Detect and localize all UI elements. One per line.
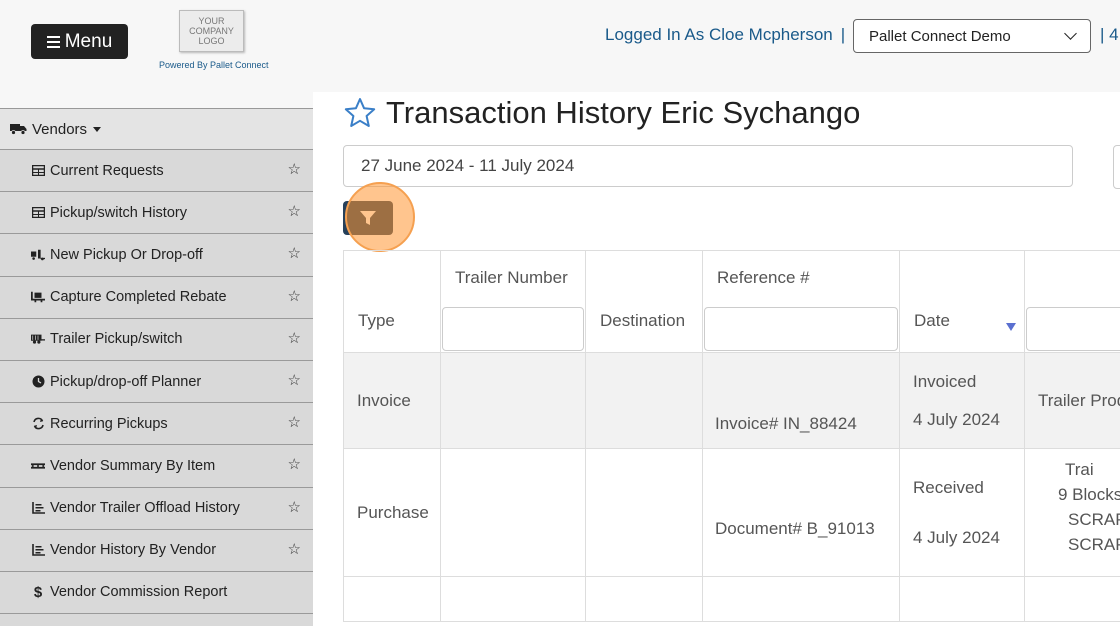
cell-destination	[585, 448, 703, 577]
chart-icon	[31, 502, 45, 514]
hamburger-icon	[46, 33, 60, 51]
sidebar-item-label: Capture Completed Rebate	[50, 289, 227, 306]
product-filter-input[interactable]	[1026, 307, 1120, 351]
column-header-reference[interactable]: Reference #	[702, 250, 900, 353]
company-select-value: Pallet Connect Demo	[869, 27, 1011, 45]
star-outline-icon[interactable]: ☆	[288, 455, 301, 473]
date-range-input[interactable]: 27 June 2024 - 11 July 2024	[343, 145, 1073, 187]
powered-by-text: Powered By Pallet Connect	[159, 60, 269, 70]
star-outline-icon[interactable]: ☆	[288, 540, 301, 558]
sidebar-item-trailer-offload-history[interactable]: Vendor Trailer Offload History ☆	[0, 488, 313, 530]
sidebar-item-label: Trailer Pickup/switch	[50, 331, 183, 348]
cell-product: Trailer Prod	[1024, 352, 1120, 449]
cell-trailer	[440, 448, 586, 577]
sidebar-item-history-by-vendor[interactable]: Vendor History By Vendor ☆	[0, 530, 313, 572]
sidebar-item-label: Vendor History By Vendor	[50, 542, 217, 559]
star-outline-icon[interactable]: ☆	[288, 202, 301, 220]
table-row[interactable]: Purchase Document# B_91013 Received 4 Jul…	[343, 448, 1120, 577]
favorite-star-icon[interactable]	[344, 97, 376, 129]
sidebar-item-summary-by-item[interactable]: Vendor Summary By Item ☆	[0, 445, 313, 488]
cell-reference[interactable]: Invoice# IN_88424	[702, 352, 900, 449]
cell-date: Invoiced 4 July 2024	[899, 352, 1025, 449]
sidebar-item-recurring-pickups[interactable]: Recurring Pickups ☆	[0, 403, 313, 446]
sort-desc-icon[interactable]	[1006, 323, 1016, 331]
sidebar-item-planner[interactable]: Pickup/drop-off Planner ☆	[0, 361, 313, 404]
menu-button-label: Menu	[64, 30, 113, 52]
cell-type: Purchase	[343, 448, 441, 577]
sidebar-item-commission-report[interactable]: $ Vendor Commission Report	[0, 572, 313, 615]
chart-icon	[31, 544, 45, 557]
column-header-trailer-number[interactable]: Trailer Number	[440, 250, 586, 353]
dollar-icon: $	[33, 583, 43, 601]
star-outline-icon[interactable]: ☆	[288, 160, 301, 178]
sidebar-item-current-requests[interactable]: Current Requests ☆	[0, 150, 313, 193]
sidebar-section-vendors[interactable]: Vendors	[0, 108, 313, 150]
top-bar: Menu YOUR COMPANY LOGO Powered By Pallet…	[0, 0, 1120, 92]
page-title: Transaction History Eric Sychango	[386, 95, 861, 130]
table-icon	[31, 207, 45, 219]
sidebar-item-label: Pickup/switch History	[50, 204, 187, 221]
sidebar-item-label: Vendor Trailer Offload History	[50, 500, 240, 517]
sidebar-item-label: Recurring Pickups	[50, 415, 168, 432]
truck-icon	[10, 124, 27, 135]
star-outline-icon[interactable]: ☆	[288, 498, 301, 516]
sidebar-item-label: Pickup/drop-off Planner	[50, 373, 202, 390]
pallet-icon	[31, 460, 45, 472]
star-outline-icon[interactable]: ☆	[288, 329, 301, 347]
cell-destination	[585, 352, 703, 449]
sidebar-item-label: Vendor Summary By Item	[50, 457, 216, 474]
click-highlight	[345, 182, 415, 252]
recurring-icon	[31, 417, 45, 430]
column-header-date[interactable]: Date	[899, 250, 1025, 353]
table-row	[343, 576, 1120, 622]
logged-in-user[interactable]: Logged In As Cloe Mcpherson |	[605, 25, 845, 45]
cell-date: Received 4 July 2024	[899, 448, 1025, 577]
star-outline-icon[interactable]: ☆	[288, 244, 301, 262]
truck-loading-icon	[31, 249, 45, 261]
transaction-table: Type Trailer Number Destination Referenc…	[343, 250, 1120, 622]
sidebar-item-label: New Pickup Or Drop-off	[50, 246, 203, 263]
star-outline-icon[interactable]: ☆	[288, 413, 301, 431]
sidebar-item-pickup-switch-history[interactable]: Pickup/switch History ☆	[0, 192, 313, 235]
reference-filter-input[interactable]	[704, 307, 898, 351]
sidebar: Vendors Current Requests ☆ Pickup/switch…	[0, 108, 313, 626]
sidebar-item-capture-rebate[interactable]: Capture Completed Rebate ☆	[0, 277, 313, 319]
trailer-icon	[31, 333, 45, 345]
trailer-number-filter-input[interactable]	[442, 307, 584, 351]
sidebar-section-label: Vendors	[32, 120, 88, 138]
sidebar-item-trailer-pickup[interactable]: Trailer Pickup/switch ☆	[0, 319, 313, 361]
company-select[interactable]: Pallet Connect Demo	[853, 19, 1091, 53]
table-row[interactable]: Invoice Invoice# IN_88424 Invoiced 4 July…	[343, 352, 1120, 449]
star-outline-icon[interactable]: ☆	[288, 287, 301, 305]
cell-type: Invoice	[343, 352, 441, 449]
menu-button[interactable]: Menu	[31, 24, 128, 59]
company-logo[interactable]: YOUR COMPANY LOGO	[179, 10, 244, 52]
star-outline-icon[interactable]: ☆	[288, 371, 301, 389]
sidebar-item-label: Current Requests	[50, 162, 164, 179]
pallet-icon	[31, 291, 45, 303]
table-icon	[31, 165, 45, 177]
date-range-value: 27 June 2024 - 11 July 2024	[361, 156, 575, 175]
sidebar-item-new-pickup[interactable]: New Pickup Or Drop-off ☆	[0, 234, 313, 277]
secondary-input[interactable]	[1113, 145, 1120, 189]
column-header-type[interactable]: Type	[343, 250, 441, 353]
column-header-destination[interactable]: Destination	[585, 250, 703, 353]
top-extra-text: | 4	[1100, 25, 1119, 44]
sidebar-item-label: Vendor Commission Report	[50, 584, 228, 601]
clock-icon	[31, 375, 45, 388]
chevron-down-icon	[1064, 27, 1077, 40]
column-header-product[interactable]	[1024, 250, 1120, 353]
cell-reference[interactable]: Document# B_91013	[702, 448, 900, 577]
cell-trailer	[440, 352, 586, 449]
caret-down-icon	[93, 126, 102, 132]
cell-product: Trai 9 Blocks SCRAP SCRAP	[1024, 448, 1120, 577]
table-header-row: Type Trailer Number Destination Referenc…	[343, 250, 1120, 353]
